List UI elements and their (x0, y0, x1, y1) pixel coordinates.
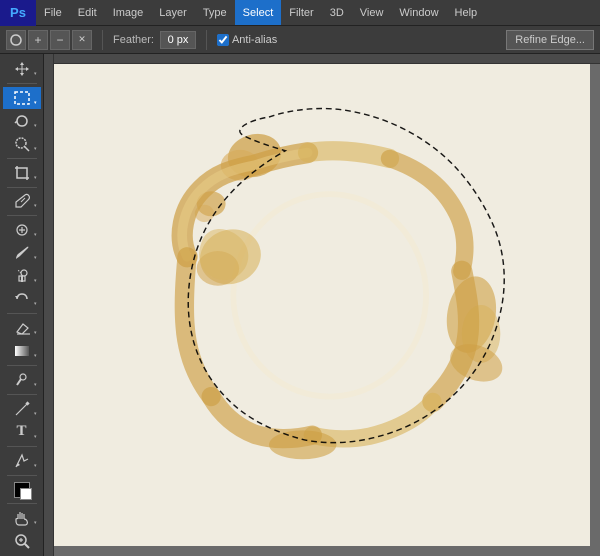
tool-sep-6 (7, 365, 37, 366)
crop-tool[interactable]: ▾ (3, 162, 41, 184)
gradient-tool[interactable]: ▾ (3, 340, 41, 362)
canvas-background (54, 64, 590, 546)
separator-1 (102, 30, 103, 50)
add-to-selection-btn[interactable]: + (28, 30, 48, 50)
menu-view[interactable]: View (352, 0, 392, 25)
rectangular-marquee-tool[interactable]: ▾ (3, 87, 41, 109)
tool-variants: + − ✕ (6, 30, 92, 50)
tool-sep-10 (7, 503, 37, 504)
tool-sep-2 (7, 158, 37, 159)
separator-2 (206, 30, 207, 50)
menu-edit[interactable]: Edit (70, 0, 105, 25)
tool-sep-9 (7, 475, 37, 476)
toolbar: ▾ ▾ ▾ ▾ ▾ ▾ (0, 54, 44, 556)
ruler-left (44, 54, 54, 556)
menu-items: File Edit Image Layer Type Select Filter… (36, 0, 485, 25)
lasso-tool[interactable]: ▾ (3, 110, 41, 132)
menu-3d[interactable]: 3D (322, 0, 352, 25)
feather-label: Feather: (113, 34, 154, 46)
ps-logo: Ps (0, 0, 36, 26)
menu-select[interactable]: Select (235, 0, 282, 25)
canvas-area[interactable] (44, 54, 600, 556)
tool-sep-3 (7, 187, 37, 188)
menu-layer[interactable]: Layer (151, 0, 195, 25)
ruler-top (44, 54, 600, 64)
dodge-tool[interactable]: ▾ (3, 369, 41, 391)
antialias-area: Anti-alias (217, 34, 277, 46)
menu-help[interactable]: Help (447, 0, 486, 25)
pen-tool[interactable]: ▾ (3, 398, 41, 420)
antialias-checkbox[interactable] (217, 34, 229, 46)
menu-file[interactable]: File (36, 0, 70, 25)
tool-sep-5 (7, 313, 37, 314)
canvas-content (54, 64, 590, 546)
menu-type[interactable]: Type (195, 0, 235, 25)
history-brush-tool[interactable]: ▾ (3, 288, 41, 310)
antialias-label: Anti-alias (232, 34, 277, 46)
refine-edge-button[interactable]: Refine Edge... (506, 30, 594, 50)
tool-sep-7 (7, 394, 37, 395)
clone-stamp-tool[interactable]: ▾ (3, 265, 41, 287)
optionsbar: + − ✕ Feather: Anti-alias Refine Edge... (0, 26, 600, 54)
tool-sep-4 (7, 215, 37, 216)
eyedropper-tool[interactable]: ▾ (3, 190, 41, 212)
text-tool[interactable]: T ▾ (3, 421, 41, 443)
menu-image[interactable]: Image (105, 0, 152, 25)
intersect-selection-btn[interactable]: ✕ (72, 30, 92, 50)
main-area: ▾ ▾ ▾ ▾ ▾ ▾ (0, 54, 600, 556)
move-tool[interactable]: ▾ (3, 58, 41, 80)
subtract-selection-btn[interactable]: − (50, 30, 70, 50)
color-swatches[interactable] (6, 478, 38, 500)
feather-input[interactable] (160, 31, 196, 49)
eraser-tool[interactable]: ▾ (3, 317, 41, 339)
tool-sep-8 (7, 446, 37, 447)
brush-tool[interactable]: ▾ (3, 242, 41, 264)
menu-window[interactable]: Window (391, 0, 446, 25)
lasso-normal-btn[interactable] (6, 30, 26, 50)
menu-filter[interactable]: Filter (281, 0, 321, 25)
path-selection-tool[interactable]: ▾ (3, 450, 41, 472)
quick-select-tool[interactable]: ▾ (3, 133, 41, 155)
tool-sep-1 (7, 83, 37, 84)
healing-brush-tool[interactable]: ▾ (3, 219, 41, 241)
zoom-tool[interactable] (3, 530, 41, 552)
hand-tool[interactable]: ▾ (3, 507, 41, 529)
menubar: Ps File Edit Image Layer Type Select Fil… (0, 0, 600, 26)
